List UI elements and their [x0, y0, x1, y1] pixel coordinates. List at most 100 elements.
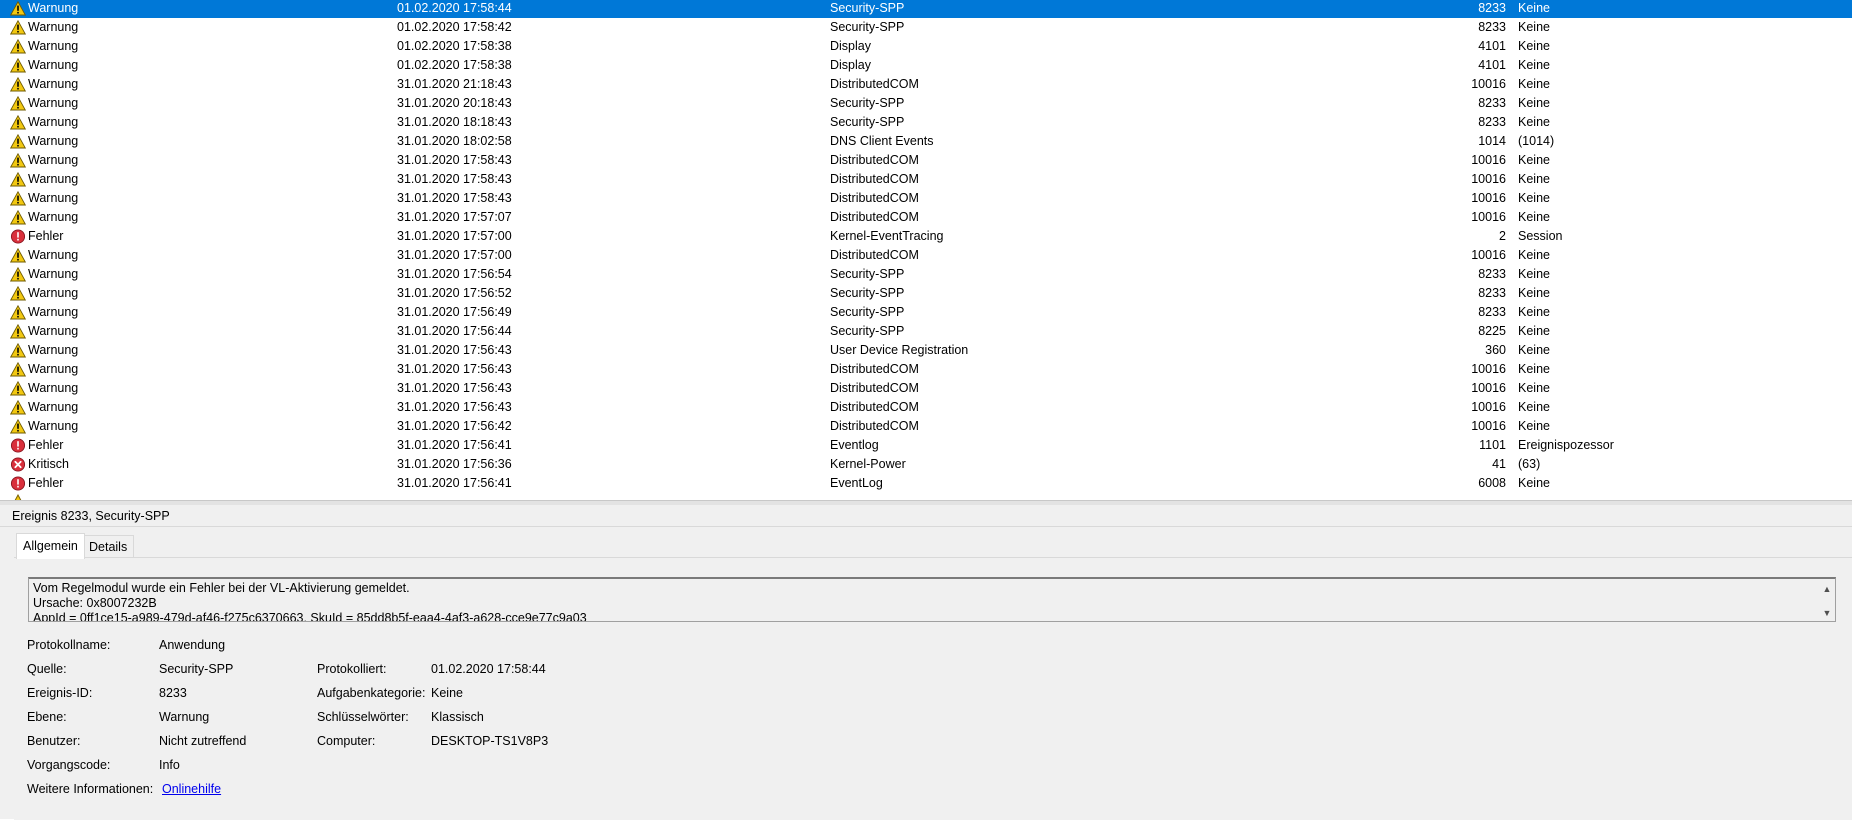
event-level: Warnung: [28, 362, 79, 376]
event-source: DistributedCOM: [830, 172, 919, 186]
event-task-category: Keine: [1518, 210, 1550, 224]
event-date: 31.01.2020 17:56:42: [397, 419, 512, 433]
event-source: Security-SPP: [830, 324, 905, 338]
event-row[interactable]: Warnung 31.01.2020 17:58:43 DistributedCOM…: [0, 170, 1852, 189]
event-id: 10016: [1471, 77, 1506, 91]
event-task-category: Keine: [1518, 58, 1550, 72]
event-task-category: Keine: [1518, 476, 1550, 490]
event-date: 31.01.2020 17:56:36: [397, 457, 512, 471]
event-source: User Device Registration: [830, 343, 969, 357]
event-level: Warnung: [28, 172, 79, 186]
event-row[interactable]: Warnung 31.01.2020 18:18:43 Security-SPP 82…: [0, 113, 1852, 132]
warning-icon: [10, 246, 28, 265]
event-date: 31.01.2020 17:56:54: [397, 267, 512, 281]
event-task-category: Keine: [1518, 77, 1550, 91]
value-level: Warnung: [159, 710, 210, 724]
event-row[interactable]: Warnung 31.01.2020 17:57:07 DistributedCOM…: [0, 208, 1852, 227]
scroll-down-icon[interactable]: ▼: [1819, 605, 1835, 621]
event-level: Warnung: [28, 381, 79, 395]
event-level: Warnung: [28, 210, 79, 224]
event-row[interactable]: Kritisch 31.01.2020 17:56:36 Kernel-Power 4…: [0, 455, 1852, 474]
value-source: Security-SPP: [159, 662, 234, 676]
warning-icon: [10, 303, 28, 322]
event-row[interactable]: Warnung 01.02.2020 17:58:44 Security-SPP 82…: [0, 0, 1852, 18]
event-task-category: Keine: [1518, 381, 1550, 395]
event-row[interactable]: Warnung 31.01.2020 17:56:49 Security-SPP 82…: [0, 303, 1852, 322]
event-date: 31.01.2020 17:56:41: [397, 476, 512, 490]
event-row[interactable]: Warnung 31.01.2020 17:57:00 DistributedCOM…: [0, 246, 1852, 265]
event-date: 31.01.2020 17:56:52: [397, 286, 512, 300]
event-row[interactable]: Warnung 31.01.2020 21:18:43 DistributedCOM…: [0, 75, 1852, 94]
event-row[interactable]: Warnung 31.01.2020 17:58:43 DistributedCOM…: [0, 151, 1852, 170]
warning-icon: [10, 417, 28, 436]
warning-icon: [10, 75, 28, 94]
event-source: DistributedCOM: [830, 381, 919, 395]
event-level: Warnung: [28, 96, 79, 110]
warning-icon: [10, 37, 28, 56]
description-line: Ursache: 0x8007232B: [33, 596, 157, 610]
event-id: 10016: [1471, 210, 1506, 224]
event-row[interactable]: Warnung 31.01.2020 17:56:44 Security-SPP 82…: [0, 322, 1852, 341]
details-pane: Ereignis 8233, Security-SPP Allgemein De…: [0, 505, 1852, 820]
details-title: Ereignis 8233, Security-SPP: [0, 505, 1852, 527]
warning-icon: [10, 398, 28, 417]
event-date: 31.01.2020 18:18:43: [397, 115, 512, 129]
event-row[interactable]: Warnung 31.01.2020 17:56:52 Security-SPP 82…: [0, 284, 1852, 303]
event-task-category: (63): [1518, 457, 1541, 471]
event-row[interactable]: Warnung 31.01.2020 20:18:43 Security-SPP 82…: [0, 94, 1852, 113]
value-keywords: Klassisch: [431, 710, 484, 724]
event-date: 31.01.2020 17:56:43: [397, 381, 512, 395]
description-line: Vom Regelmodul wurde ein Fehler bei der …: [33, 581, 410, 595]
event-level: Warnung: [28, 20, 79, 34]
event-row[interactable]: Warnung 31.01.2020 17:56:43 DistributedCOM…: [0, 379, 1852, 398]
label-opcode: Vorgangscode:: [27, 758, 111, 772]
event-row[interactable]: Warnung 01.02.2020 17:58:38 Display 4101 Kei…: [0, 37, 1852, 56]
event-date: 01.02.2020 17:58:42: [397, 20, 512, 34]
event-description[interactable]: Vom Regelmodul wurde ein Fehler bei der …: [28, 577, 1836, 622]
tab-allgemein[interactable]: Allgemein: [16, 533, 85, 559]
warning-icon: [10, 94, 28, 113]
event-row[interactable]: Fehler 31.01.2020 17:56:41 EventLog 6008 Kei…: [0, 474, 1852, 493]
description-scrollbar[interactable]: ▲ ▼: [1819, 579, 1835, 621]
event-task-category: Keine: [1518, 153, 1550, 167]
event-source: EventLog: [830, 476, 883, 490]
event-row[interactable]: Warnung 01.02.2020 17:58:42 Security-SPP 82…: [0, 18, 1852, 37]
warning-icon: [10, 208, 28, 227]
event-row[interactable]: Warnung 31.01.2020 18:02:58 DNS Client Eve…: [0, 132, 1852, 151]
event-row[interactable]: Warnung 31.01.2020 17:56:43 DistributedCOM…: [0, 360, 1852, 379]
event-task-category: Session: [1518, 229, 1563, 243]
event-source: DistributedCOM: [830, 153, 919, 167]
value-log-name: Anwendung: [159, 638, 226, 652]
event-row[interactable]: Warnung 31.01.2020 17:56:54 Security-SPP 82…: [0, 265, 1852, 284]
event-task-category: Keine: [1518, 172, 1550, 186]
event-row[interactable]: Fehler 31.01.2020 17:56:41 Eventlog 1101 Ere…: [0, 436, 1852, 455]
event-row[interactable]: Warnung 01.02.2020 17:58:38 Display 4101 Kei…: [0, 56, 1852, 75]
event-row[interactable]: Warnung 31.01.2020 17:56:43 User Device Re…: [0, 341, 1852, 360]
event-row[interactable]: Warnung 31.01.2020 17:56:43 DistributedCOM…: [0, 398, 1852, 417]
event-level: Warnung: [28, 77, 79, 91]
event-row[interactable]: Warnung 31.01.2020 17:58:43 DistributedCOM…: [0, 189, 1852, 208]
event-task-category: Keine: [1518, 267, 1550, 281]
event-level: Warnung: [28, 248, 79, 262]
event-row[interactable]: Warnung 31.01.2020 17:56:42 DistributedCOM…: [0, 417, 1852, 436]
event-level: Warnung: [28, 286, 79, 300]
event-date: 31.01.2020 17:56:43: [397, 400, 512, 414]
event-level: Warnung: [28, 134, 79, 148]
scroll-up-icon[interactable]: ▲: [1819, 581, 1835, 597]
event-source: DistributedCOM: [830, 191, 919, 205]
event-level: Warnung: [28, 400, 79, 414]
warning-icon: [10, 56, 28, 75]
event-date: 31.01.2020 17:56:41: [397, 438, 512, 452]
event-date: 31.01.2020 17:57:07: [397, 210, 512, 224]
online-help-link[interactable]: Onlinehilfe: [162, 780, 221, 798]
event-task-category: Keine: [1518, 248, 1550, 262]
event-list: Warnung 01.02.2020 17:58:44 Security-SPP 82…: [0, 0, 1852, 500]
warning-icon: [10, 265, 28, 284]
event-id: 8233: [1478, 115, 1506, 129]
tab-details[interactable]: Details: [82, 535, 135, 558]
label-source: Quelle:: [27, 662, 67, 676]
event-level: Warnung: [28, 419, 79, 433]
event-row[interactable]: Fehler 31.01.2020 17:57:00 Kernel-EventTra…: [0, 227, 1852, 246]
value-user: Nicht zutreffend: [159, 734, 247, 748]
event-date: 31.01.2020 21:18:43: [397, 77, 512, 91]
